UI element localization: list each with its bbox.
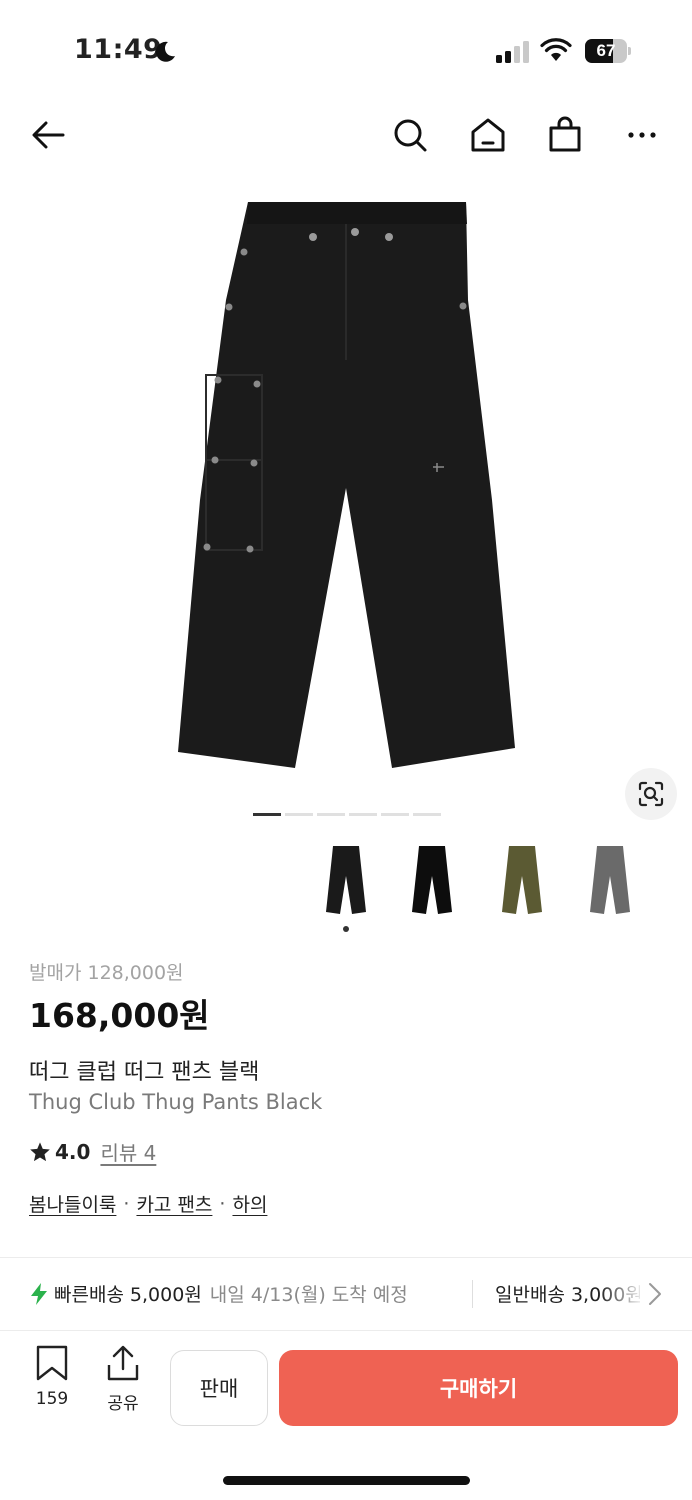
more-button[interactable] (619, 112, 665, 158)
pager-segment (253, 813, 281, 816)
search-icon (394, 119, 427, 152)
status-bar: 11:49 67 (0, 0, 692, 100)
color-thumbnail-olive[interactable] (482, 840, 562, 920)
cellular-signal-icon (496, 41, 529, 63)
arrow-left-icon (32, 121, 65, 149)
back-button[interactable] (25, 112, 71, 158)
selected-thumbnail-indicator (343, 926, 349, 932)
color-thumbnails (0, 840, 692, 930)
pager-segment (317, 813, 345, 816)
bottom-action-bar: 159 공유 판매 구매하기 (0, 1331, 692, 1441)
status-time: 11:49 (74, 34, 163, 65)
rating-row: 4.0 리뷰 4 (29, 1137, 156, 1166)
wifi-icon (540, 38, 572, 61)
pager-segment (381, 813, 409, 816)
rating-value: 4.0 (55, 1139, 91, 1164)
product-image[interactable] (0, 180, 692, 790)
shipping-options[interactable]: 빠른배송 5,000원 내일 4/13(월) 도착 예정 일반배송 3,000원 (0, 1258, 692, 1330)
top-nav (0, 100, 692, 170)
fast-shipping[interactable]: 빠른배송 5,000원 내일 4/13(월) 도착 예정 (30, 1280, 408, 1307)
share-label: 공유 (107, 1394, 139, 1414)
sell-button[interactable]: 판매 (170, 1350, 268, 1426)
pants-image (178, 202, 515, 768)
category-links: 봄나들이룩 · 카고 팬츠 · 하의 (29, 1190, 267, 1217)
bookmark-icon (36, 1345, 68, 1381)
home-icon (471, 118, 505, 152)
moon-icon (155, 41, 175, 62)
fast-shipping-fee: 5,000원 (129, 1284, 202, 1306)
share-button[interactable]: 공유 (93, 1345, 153, 1414)
product-name-korean: 떠그 클럽 떠그 팬츠 블랙 (29, 1060, 260, 1085)
cart-button[interactable] (542, 112, 588, 158)
pants-thumbnail-image (326, 846, 366, 914)
lightning-icon (31, 1282, 47, 1305)
home-button[interactable] (465, 112, 511, 158)
price: 168,000원 (29, 996, 210, 1035)
pants-thumbnail-image (412, 846, 452, 914)
category-link[interactable]: 봄나들이룩 (29, 1190, 116, 1217)
fast-shipping-eta: 내일 4/13(월) 도착 예정 (209, 1284, 408, 1306)
battery-indicator: 67 (585, 39, 631, 63)
chevron-right-icon[interactable] (648, 1282, 662, 1306)
star-icon (30, 1141, 50, 1161)
pager-segment (285, 813, 313, 816)
bookmark-button[interactable]: 159 (22, 1345, 82, 1409)
search-button[interactable] (387, 112, 433, 158)
image-pager (253, 813, 441, 816)
bookmark-count: 159 (35, 1389, 69, 1409)
retail-price: 발매가 128,000원 (29, 962, 184, 984)
category-separator: · (123, 1192, 130, 1215)
fast-shipping-label: 빠른배송 (54, 1284, 124, 1306)
product-name-english: Thug Club Thug Pants Black (29, 1090, 323, 1114)
pager-segment (349, 813, 377, 816)
shipping-separator (472, 1280, 473, 1308)
pants-thumbnail-image (502, 846, 542, 914)
color-thumbnail-black[interactable] (306, 840, 386, 920)
image-search-button[interactable] (625, 768, 677, 820)
shopping-bag-icon (549, 116, 581, 152)
color-thumbnail-gray[interactable] (570, 840, 650, 920)
share-icon (107, 1345, 139, 1381)
category-link[interactable]: 카고 팬츠 (136, 1190, 212, 1217)
review-link[interactable]: 리뷰 4 (100, 1137, 156, 1166)
pager-segment (413, 813, 441, 816)
category-link[interactable]: 하의 (232, 1190, 267, 1217)
color-thumbnail-black-alt[interactable] (392, 840, 472, 920)
lens-scan-icon (638, 781, 664, 807)
pants-thumbnail-image (590, 846, 630, 914)
category-separator: · (219, 1192, 226, 1215)
battery-level-text: 67 (596, 41, 616, 60)
buy-button[interactable]: 구매하기 (279, 1350, 678, 1426)
home-indicator[interactable] (223, 1476, 470, 1485)
more-icon (628, 132, 656, 138)
